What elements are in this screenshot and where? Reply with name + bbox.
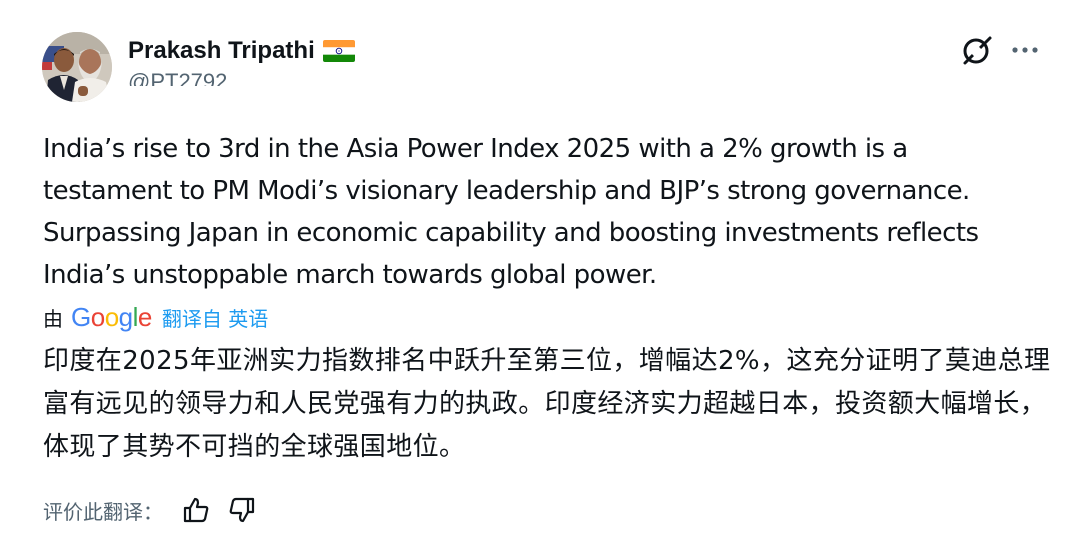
translation-attribution: 由 Google 翻译自 英语	[43, 300, 268, 334]
google-logo: Google	[71, 301, 152, 332]
grok-icon[interactable]	[960, 33, 994, 67]
tweet-card: Prakash Tripathi @PT2792 India’s rise to…	[0, 0, 1080, 550]
translated-text: 印度在2025年亚洲实力指数排名中跃升至第三位，增幅达2%，这充分证明了莫迪总理…	[43, 346, 1051, 462]
more-icon[interactable]	[1010, 40, 1040, 60]
author-display-name[interactable]: Prakash Tripathi	[128, 37, 315, 65]
india-flag-icon	[322, 40, 355, 62]
rate-translation-row: 评价此翻译：	[43, 492, 273, 528]
author-name-row: Prakash Tripathi	[128, 34, 355, 68]
author-handle[interactable]: @PT2792	[128, 66, 227, 86]
thumbs-up-icon[interactable]	[181, 495, 211, 525]
thumbs-down-icon[interactable]	[227, 495, 257, 525]
avatar[interactable]	[42, 32, 112, 102]
tweet-text: India’s rise to 3rd in the Asia Power In…	[43, 134, 979, 290]
avatar-photo	[42, 32, 112, 102]
translated-by-label: 由	[43, 306, 63, 331]
rate-translation-label: 评价此翻译：	[43, 499, 163, 524]
translated-from-link[interactable]: 翻译自 英语	[162, 303, 268, 332]
